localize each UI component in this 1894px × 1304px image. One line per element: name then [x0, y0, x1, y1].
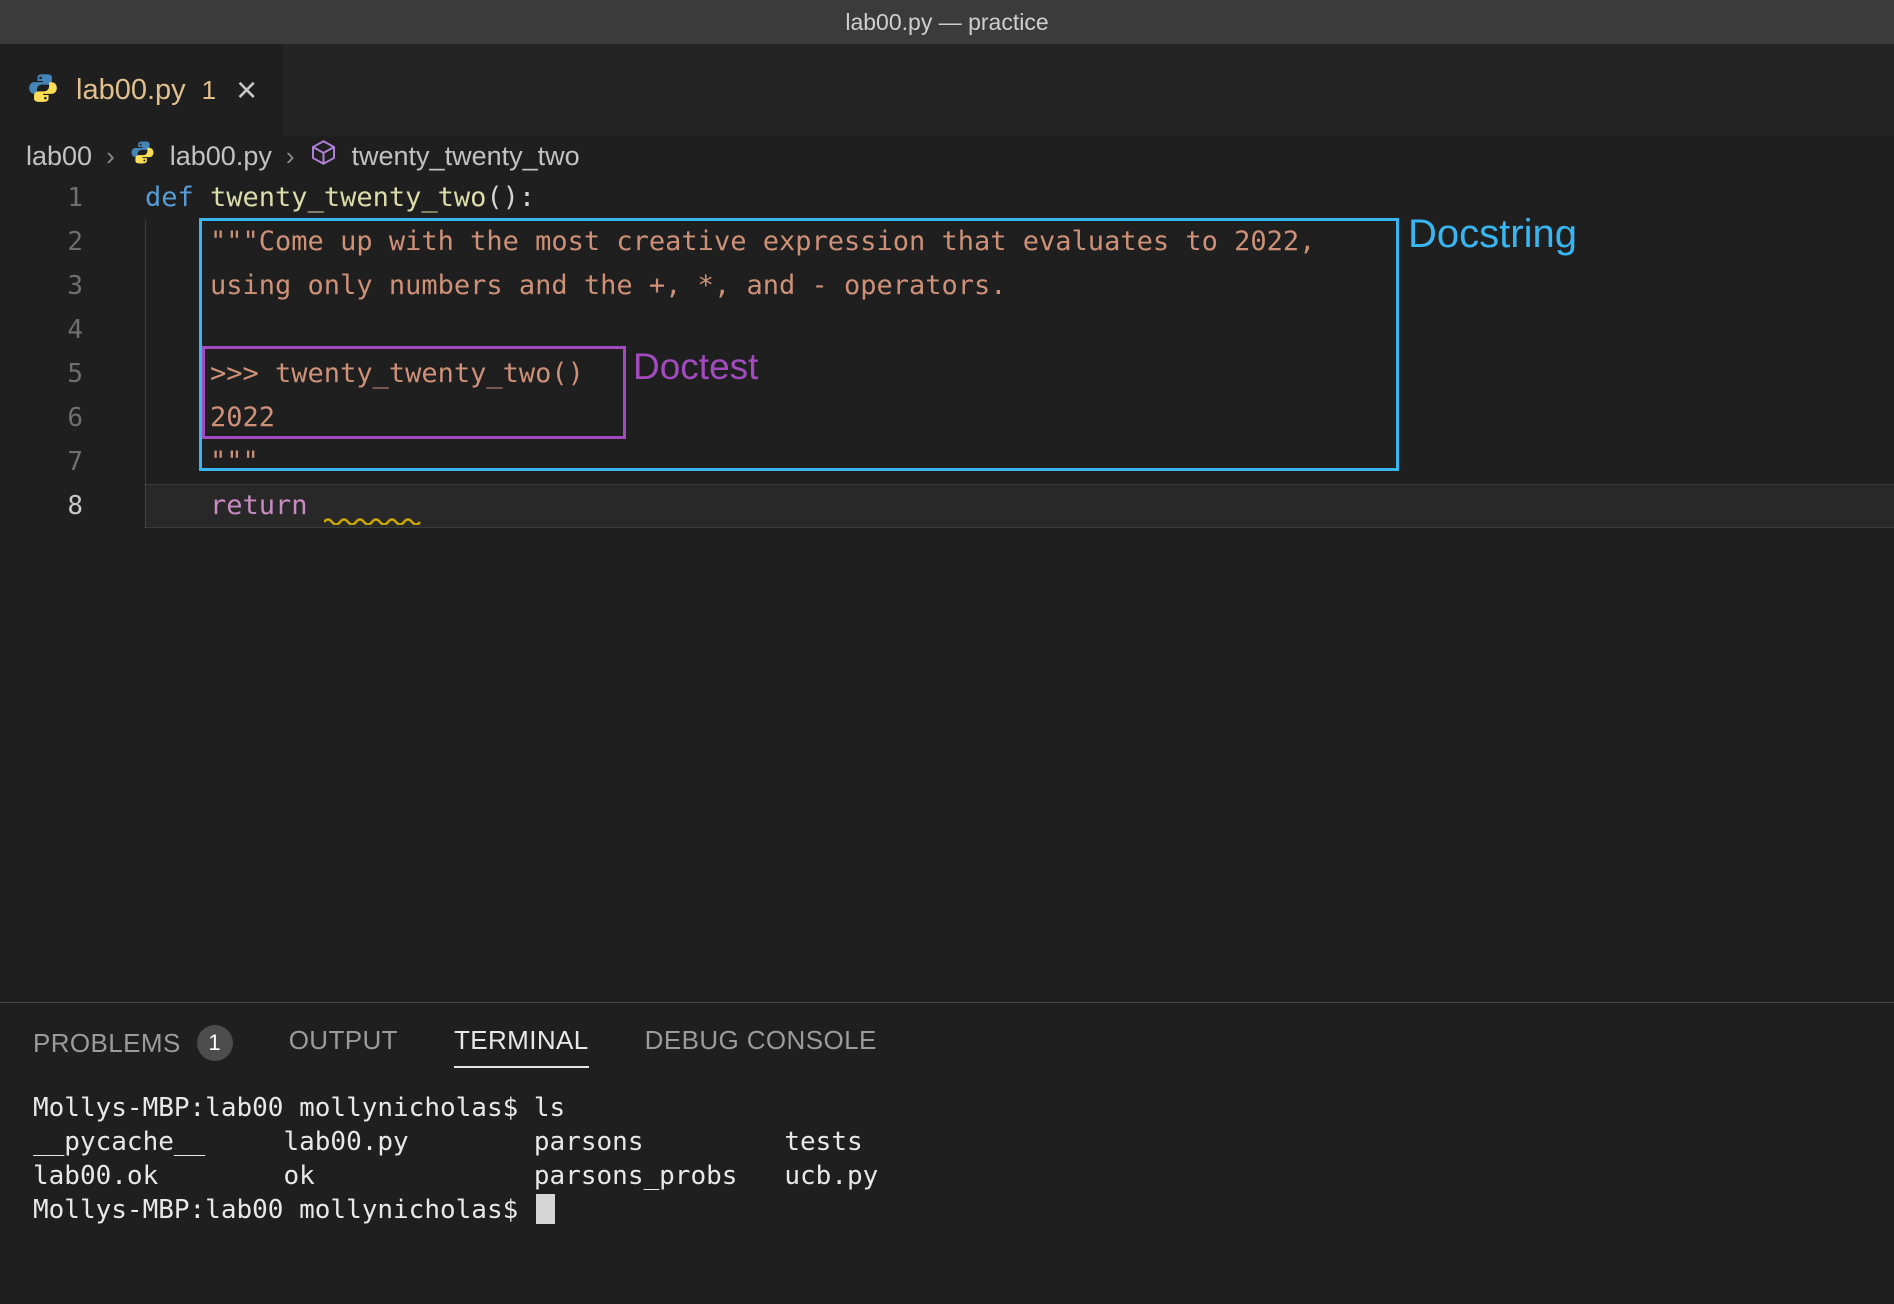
panel-tab-debug-console[interactable]: DEBUG CONSOLE	[645, 1025, 877, 1068]
code-line[interactable]: 5 >>> twenty_twenty_two()	[0, 352, 1894, 396]
tab-problem-count: 1	[202, 75, 216, 106]
code-token	[145, 490, 210, 521]
python-icon	[129, 139, 156, 173]
terminal-line: lab00.ok ok parsons_probs ucb.py	[33, 1159, 1894, 1193]
panel-tab-problems[interactable]: PROBLEMS 1	[33, 1025, 233, 1073]
panel-tabs: PROBLEMS 1 OUTPUT TERMINAL DEBUG CONSOLE	[0, 1003, 1894, 1069]
panel-tab-label: PROBLEMS	[33, 1028, 181, 1059]
line-number: 4	[0, 308, 145, 352]
breadcrumb-folder[interactable]: lab00	[26, 141, 92, 172]
panel-tab-terminal[interactable]: TERMINAL	[454, 1025, 589, 1068]
line-number: 1	[0, 176, 145, 220]
breadcrumb-file[interactable]: lab00.py	[170, 141, 272, 172]
code-line[interactable]: 7 """	[0, 440, 1894, 484]
code-token: using only numbers and the +, *, and - o…	[145, 270, 1007, 301]
terminal-cursor	[536, 1194, 555, 1224]
terminal-line: __pycache__ lab00.py parsons tests	[33, 1125, 1894, 1159]
window-titlebar: lab00.py — practice	[0, 0, 1894, 44]
code-token: """Come up with the most creative expres…	[145, 226, 1315, 257]
python-icon	[26, 71, 60, 110]
breadcrumb-symbol[interactable]: twenty_twenty_two	[352, 141, 580, 172]
code-token: """	[145, 446, 259, 477]
bottom-panel: PROBLEMS 1 OUTPUT TERMINAL DEBUG CONSOLE Mol…	[0, 1002, 1894, 1304]
code-token: >>> twenty_twenty_two()	[145, 358, 584, 389]
line-number: 8	[0, 484, 145, 528]
code-line[interactable]: 8 return	[0, 484, 1894, 528]
code-token	[308, 490, 324, 521]
line-number: 5	[0, 352, 145, 396]
blank-answer-squiggle	[324, 484, 422, 528]
line-number: 3	[0, 264, 145, 308]
code-token: def	[145, 182, 210, 213]
code-lines[interactable]: 1def twenty_twenty_two():2 """Come up wi…	[0, 176, 1894, 528]
tab-filename: lab00.py	[76, 74, 186, 107]
code-line[interactable]: 3 using only numbers and the +, *, and -…	[0, 264, 1894, 308]
code-line[interactable]: 2 """Come up with the most creative expr…	[0, 220, 1894, 264]
chevron-right-icon: ›	[286, 141, 295, 172]
terminal-line: Mollys-MBP:lab00 mollynicholas$	[33, 1193, 1894, 1227]
breadcrumb: lab00 › lab00.py › twenty_twenty_two	[0, 136, 1894, 176]
code-token: twenty_twenty_two	[210, 182, 486, 213]
code-editor[interactable]: 1def twenty_twenty_two():2 """Come up wi…	[0, 176, 1894, 1002]
code-token: return	[210, 490, 308, 521]
panel-tab-label: OUTPUT	[289, 1025, 398, 1056]
line-number: 2	[0, 220, 145, 264]
window-title: lab00.py — practice	[845, 9, 1048, 36]
chevron-right-icon: ›	[106, 141, 115, 172]
code-line[interactable]: 1def twenty_twenty_two():	[0, 176, 1894, 220]
problems-count-badge: 1	[197, 1025, 233, 1061]
panel-tab-label: TERMINAL	[454, 1025, 589, 1056]
code-line[interactable]: 4	[0, 308, 1894, 352]
terminal-output[interactable]: Mollys-MBP:lab00 mollynicholas$ ls__pyca…	[0, 1069, 1894, 1227]
code-line[interactable]: 6 2022	[0, 396, 1894, 440]
terminal-line: Mollys-MBP:lab00 mollynicholas$ ls	[33, 1091, 1894, 1125]
tab-close-icon[interactable]: ×	[236, 72, 257, 108]
panel-tab-label: DEBUG CONSOLE	[645, 1025, 877, 1056]
tab-lab00[interactable]: lab00.py 1 ×	[0, 44, 283, 136]
line-number: 7	[0, 440, 145, 484]
line-number: 6	[0, 396, 145, 440]
code-token: 2022	[145, 402, 275, 433]
editor-tabstrip: lab00.py 1 ×	[0, 44, 1894, 136]
panel-tab-output[interactable]: OUTPUT	[289, 1025, 398, 1068]
symbol-cube-icon	[309, 138, 338, 174]
code-token: ():	[486, 182, 535, 213]
